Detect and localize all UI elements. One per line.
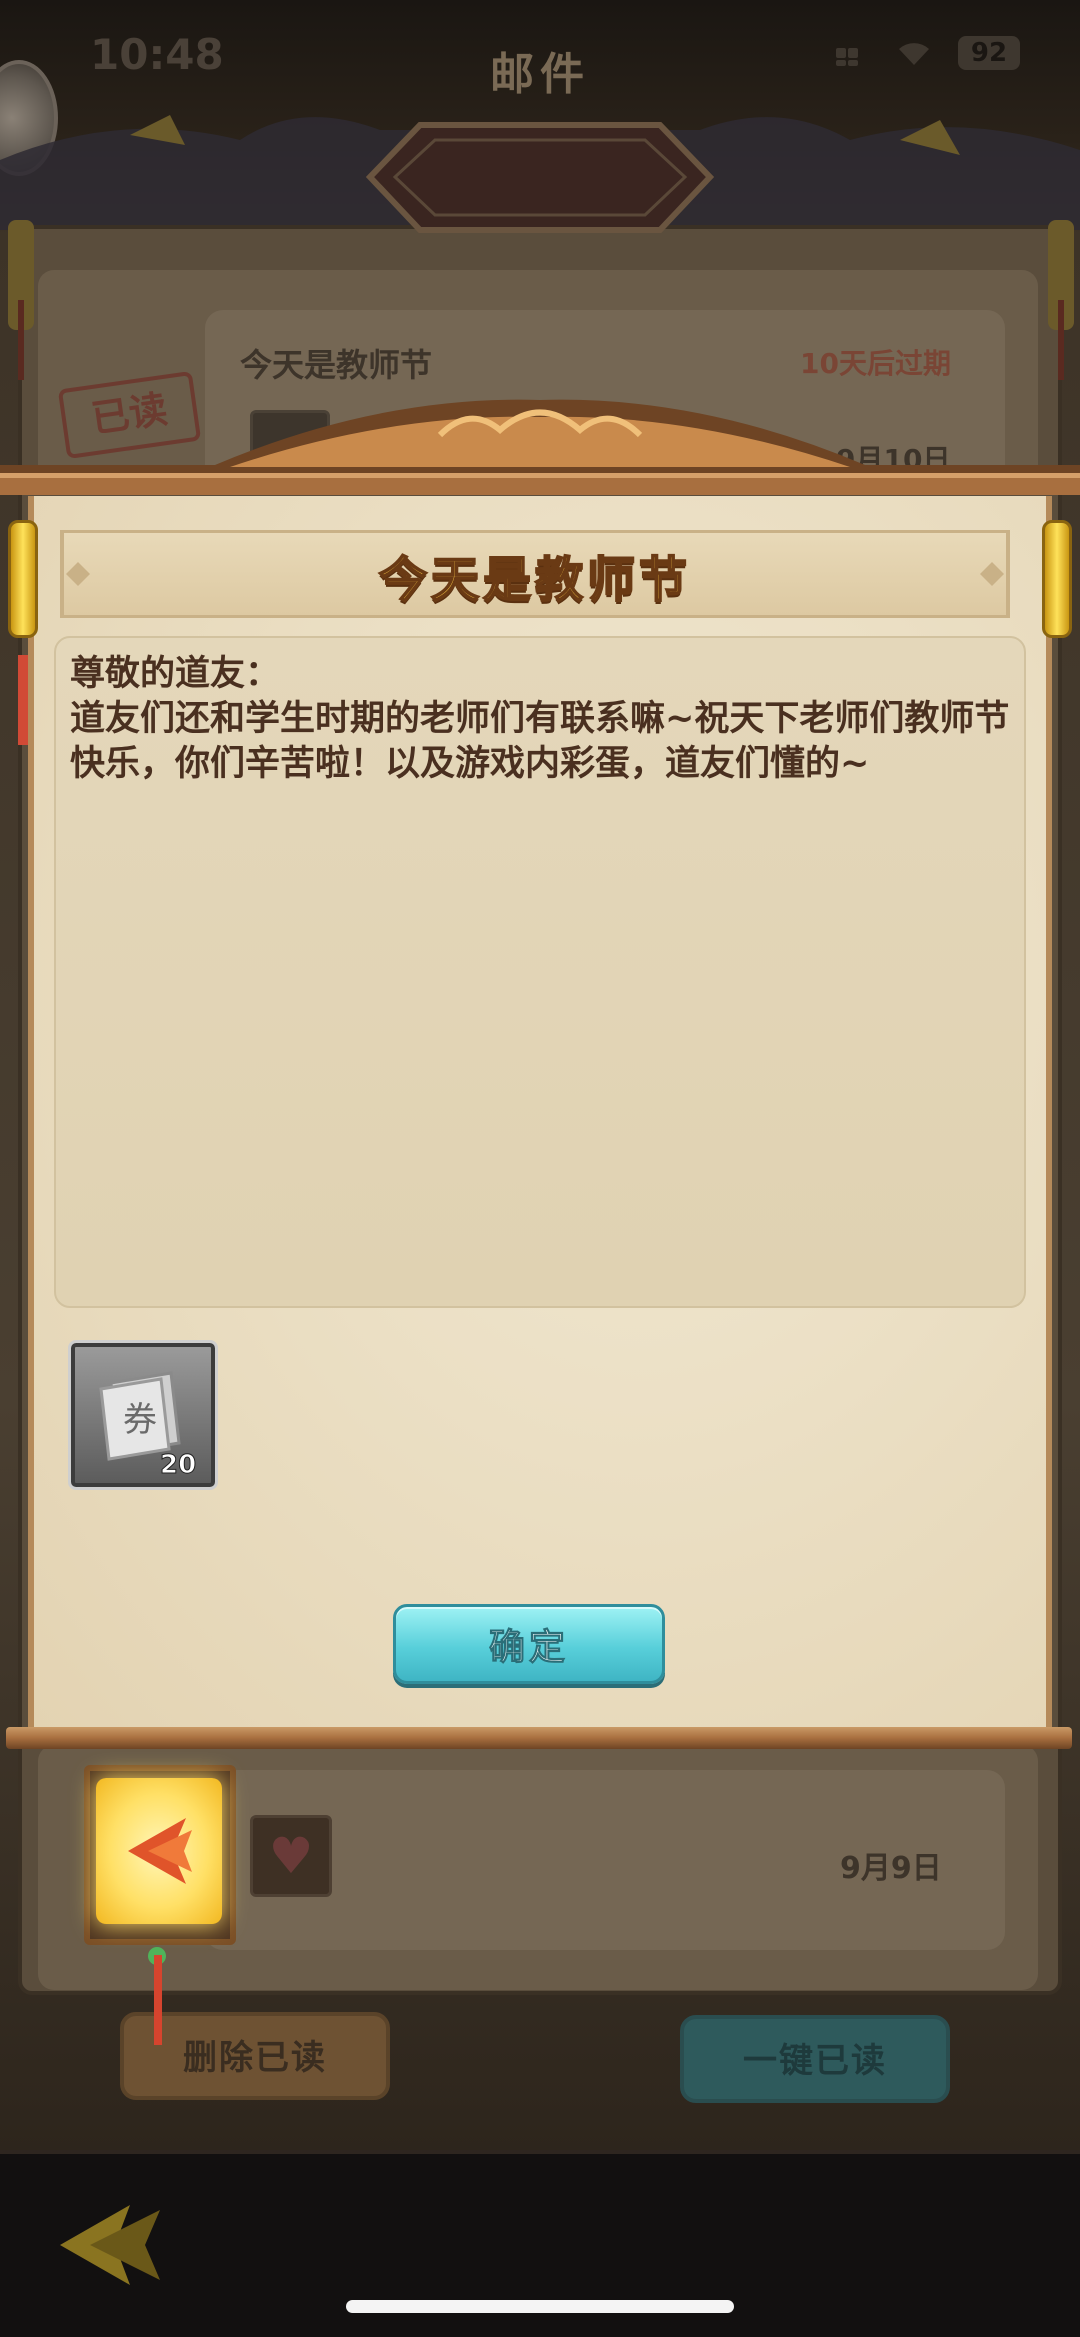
- back-lantern-button[interactable]: [96, 1778, 222, 1924]
- right-tassel: [1058, 300, 1064, 380]
- mail-expire-text: 10天后过期: [800, 347, 951, 380]
- title-plaque: [365, 122, 715, 233]
- reward-quantity: 20: [159, 1450, 197, 1481]
- status-time: 10:48: [90, 30, 224, 79]
- heart-icon: ♥: [250, 1815, 332, 1897]
- scroll-bottom-rod: [6, 1727, 1072, 1749]
- message-body-text: 尊敬的道友： 道友们还和学生时期的老师们有联系嘛~祝天下老师们教师节快乐，你们辛…: [70, 654, 1010, 784]
- status-icons: 92: [836, 36, 1020, 70]
- right-scroll-lantern-icon: [1042, 520, 1072, 638]
- coupon-glyph: 券: [123, 1400, 157, 1440]
- wifi-icon: [899, 43, 929, 65]
- left-scroll-lantern-icon: [8, 520, 38, 638]
- confirm-button-label[interactable]: 确定: [393, 1618, 665, 1670]
- left-tassel: [18, 300, 24, 380]
- screen-title: 邮件: [490, 49, 590, 100]
- mark-all-read-button[interactable]: 一键已读: [680, 2015, 950, 2103]
- mail-title: 今天是教师节: [240, 346, 433, 384]
- back-arrow-icon[interactable]: [50, 2195, 180, 2295]
- back-chevron-icon: [128, 1818, 192, 1884]
- battery-indicator: 92: [958, 36, 1020, 70]
- cellular-signal-icon: [836, 40, 870, 66]
- mail-date: 9月9日: [840, 1851, 942, 1886]
- home-indicator[interactable]: [346, 2300, 734, 2313]
- left-scroll-ribbon: [18, 655, 28, 745]
- scroll-top-rod: [0, 399, 1080, 495]
- modal-title: 今天是教师节: [378, 551, 691, 609]
- lantern-string: [154, 1955, 162, 2045]
